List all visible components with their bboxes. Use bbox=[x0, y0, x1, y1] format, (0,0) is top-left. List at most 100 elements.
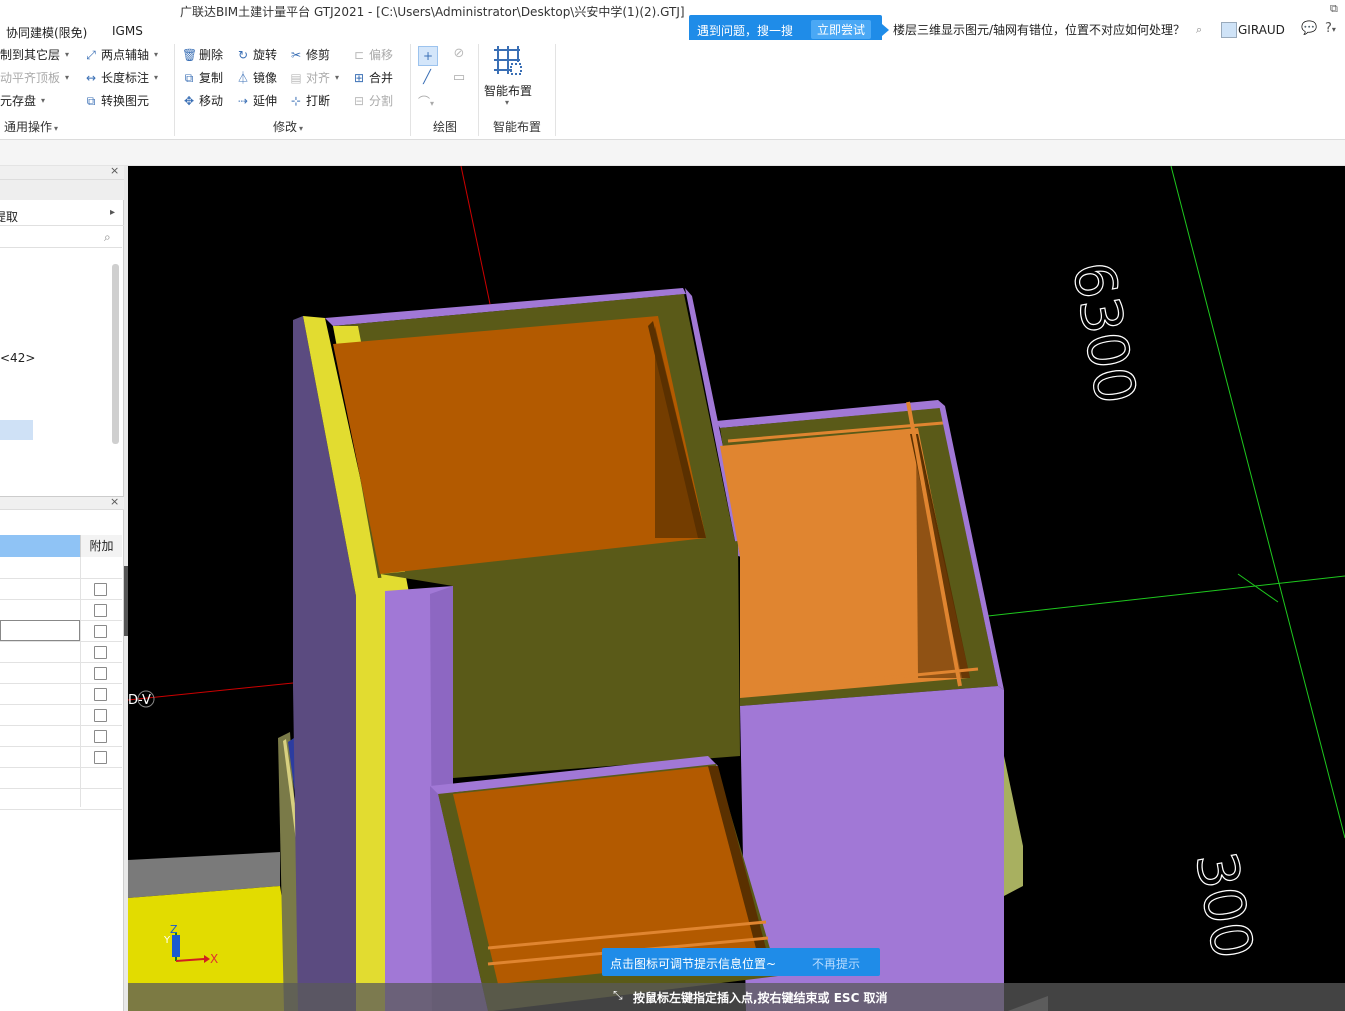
divider bbox=[174, 44, 175, 136]
menu-igms[interactable]: IGMS bbox=[112, 24, 143, 38]
search-icon[interactable]: ⌕ bbox=[1196, 23, 1202, 37]
merge-button[interactable]: ⊞ 合并 bbox=[352, 68, 393, 88]
title-bar: 广联达BIM土建计量平台 GTJ2021 - [C:\Users\Adminis… bbox=[0, 0, 1345, 22]
scrollbar[interactable] bbox=[112, 264, 119, 444]
split-icon: ⊟ bbox=[353, 94, 365, 108]
restore-icon[interactable]: ⧉ bbox=[1330, 2, 1338, 16]
menu-collab-modeling[interactable]: 协同建模(限免) bbox=[6, 24, 87, 41]
offset-label: 偏移 bbox=[369, 48, 394, 62]
two-point-axis-button[interactable]: ⤢ 两点辅轴 ▾ bbox=[84, 45, 158, 65]
extract-row[interactable]: 提取 ▸ bbox=[0, 204, 124, 226]
line-draw-icon[interactable]: ╱ bbox=[418, 70, 436, 88]
group-common-ops[interactable]: 通用操作 ▾ bbox=[4, 118, 58, 135]
3d-scene[interactable]: 6300 300 D-V Z Y X bbox=[128, 166, 1345, 1011]
axis-icon: ⤢ bbox=[86, 48, 96, 62]
tip-bubble: 点击图标可调节提示信息位置~ 不再提示 bbox=[602, 948, 880, 976]
chat-icon[interactable]: 💬 bbox=[1301, 21, 1317, 36]
divider bbox=[410, 44, 411, 136]
align-button[interactable]: ▤ 对齐 ▾ bbox=[289, 68, 339, 88]
tree-item[interactable]: <42> bbox=[0, 351, 35, 365]
expand-icon[interactable]: ▸ bbox=[110, 207, 115, 218]
merge-icon: ⊞ bbox=[353, 71, 365, 85]
attach-checkbox[interactable] bbox=[94, 751, 107, 764]
break-icon: ⊹ bbox=[290, 94, 302, 108]
mirror-button[interactable]: ⏃ 镜像 bbox=[236, 68, 277, 88]
group-modify-label: 修改 bbox=[273, 120, 298, 134]
table-row bbox=[0, 809, 122, 810]
user-name[interactable]: GIRAUD bbox=[1238, 23, 1285, 37]
dismiss-tip-button[interactable]: 不再提示 bbox=[812, 955, 860, 972]
offset-icon: ⊏ bbox=[353, 48, 365, 62]
copy-icon: ⧉ bbox=[184, 71, 194, 85]
selected-item[interactable] bbox=[0, 420, 33, 440]
group-smart-label: 智能布置 bbox=[493, 120, 542, 134]
panel-search-input[interactable]: ⌕ bbox=[0, 228, 122, 248]
split-button[interactable]: ⊟ 分割 bbox=[352, 91, 393, 111]
3d-viewport[interactable]: 6300 300 D-V Z Y X bbox=[128, 166, 1345, 1011]
rotate-point-icon[interactable]: ⊘ bbox=[450, 46, 468, 64]
app-window: 广联达BIM土建计量平台 GTJ2021 - [C:\Users\Adminis… bbox=[0, 0, 1345, 1011]
length-dim-button[interactable]: ↔ 长度标注 ▾ bbox=[84, 68, 158, 88]
attach-checkbox[interactable] bbox=[94, 646, 107, 659]
dimension-300: 300 bbox=[1182, 847, 1266, 965]
divider bbox=[555, 44, 556, 136]
attach-checkbox[interactable] bbox=[94, 730, 107, 743]
try-now-button[interactable]: 立即尝试 bbox=[811, 20, 872, 39]
window-title: 广联达BIM土建计量平台 GTJ2021 - [C:\Users\Adminis… bbox=[180, 5, 685, 19]
side-panel bbox=[1004, 756, 1023, 896]
search-icon[interactable]: ⌕ bbox=[104, 230, 111, 245]
copy-to-floor-button[interactable]: 复制到其它层▾ bbox=[0, 45, 69, 65]
column-divider bbox=[80, 557, 81, 807]
auto-align-label: 自动平齐顶板 bbox=[0, 71, 61, 85]
move-button[interactable]: ✥ 移动 bbox=[182, 91, 223, 111]
avatar[interactable] bbox=[1221, 22, 1237, 38]
delete-button[interactable]: 🗑 删除 bbox=[182, 45, 223, 65]
table-row bbox=[0, 725, 122, 726]
point-draw-icon[interactable]: + bbox=[418, 46, 438, 66]
close-icon[interactable]: × bbox=[110, 164, 119, 177]
trim-label: 修剪 bbox=[306, 48, 331, 62]
attach-checkbox[interactable] bbox=[94, 583, 107, 596]
extract-label: 提取 bbox=[0, 210, 19, 224]
grid-line-green bbox=[987, 575, 1345, 617]
help-prompt: 遇到问题，搜一搜 bbox=[697, 24, 794, 38]
help-icon[interactable]: ?▾ bbox=[1325, 21, 1336, 36]
break-button[interactable]: ⊹ 打断 bbox=[289, 91, 330, 111]
break-label: 打断 bbox=[306, 94, 331, 108]
property-input[interactable] bbox=[0, 620, 80, 641]
help-search-value: 楼层三维显示图元/轴网有错位，位置不对应如何处理？ bbox=[893, 23, 1186, 37]
align-label: 对齐 bbox=[306, 71, 331, 85]
divider bbox=[478, 44, 479, 136]
offset-button[interactable]: ⊏ 偏移 bbox=[352, 45, 393, 65]
attach-checkbox[interactable] bbox=[94, 688, 107, 701]
table-row bbox=[0, 746, 122, 747]
chevron-down-icon[interactable]: ▾ bbox=[505, 98, 509, 107]
attach-checkbox[interactable] bbox=[94, 604, 107, 617]
save-element-button[interactable]: 图元存盘▾ bbox=[0, 91, 45, 111]
rotate-button[interactable]: ↻ 旋转 bbox=[236, 45, 277, 65]
extend-button[interactable]: ⇢ 延伸 bbox=[236, 91, 277, 111]
trim-button[interactable]: ✂ 修剪 bbox=[289, 45, 330, 65]
smart-layout-button[interactable]: 智能布置 bbox=[484, 82, 532, 99]
arc-draw-icon[interactable]: ⌒▾ bbox=[418, 93, 446, 111]
group-modify[interactable]: 修改 ▾ bbox=[273, 118, 303, 135]
rectangle-draw-icon[interactable]: ▭ bbox=[450, 70, 468, 88]
help-search-input[interactable]: 楼层三维显示图元/轴网有错位，位置不对应如何处理？ bbox=[893, 21, 1215, 41]
extend-label: 延伸 bbox=[253, 94, 278, 108]
tip-position-icon[interactable]: ⤡ bbox=[613, 988, 623, 1003]
axis-x-label: X bbox=[210, 952, 218, 966]
copy-button[interactable]: ⧉ 复制 bbox=[182, 68, 223, 88]
convert-element-button[interactable]: ⧉ 转换图元 bbox=[84, 91, 149, 111]
mirror-icon: ⏃ bbox=[236, 71, 249, 85]
close-icon[interactable]: × bbox=[110, 495, 119, 508]
axis-line-red bbox=[128, 682, 294, 701]
attach-checkbox[interactable] bbox=[94, 667, 107, 680]
attach-checkbox[interactable] bbox=[94, 709, 107, 722]
axis-z-label: Z bbox=[170, 923, 178, 936]
auto-align-button[interactable]: 自动平齐顶板▾ bbox=[0, 68, 69, 88]
dimension-icon: ↔ bbox=[85, 71, 97, 85]
attach-checkbox[interactable] bbox=[94, 625, 107, 638]
toolbar-strip bbox=[0, 140, 1345, 166]
smart-layout-icon[interactable] bbox=[490, 44, 526, 78]
help-question-mark: ? bbox=[1325, 21, 1332, 36]
